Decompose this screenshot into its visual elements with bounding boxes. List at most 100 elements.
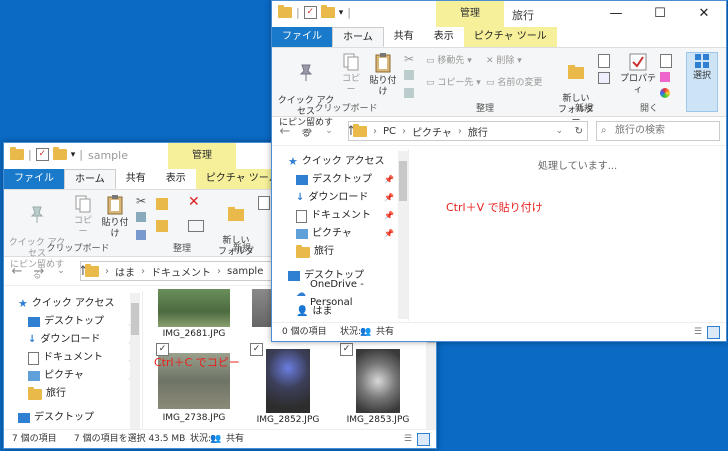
- desktop-icon: [296, 175, 308, 185]
- file-thumbnail[interactable]: ✓ IMG_2852.JPG: [250, 343, 326, 425]
- copy-icon: [75, 195, 91, 213]
- cut-icon[interactable]: ✂: [404, 52, 414, 66]
- tab-file[interactable]: ファイル: [272, 27, 332, 47]
- copy-path-icon[interactable]: [136, 212, 146, 222]
- edit-icon[interactable]: [660, 72, 670, 82]
- forward-icon[interactable]: →: [32, 264, 46, 279]
- tab-share[interactable]: 共有: [384, 27, 424, 47]
- nav-documents[interactable]: ドキュメント📌: [4, 349, 142, 367]
- easy-access-icon[interactable]: [598, 72, 610, 84]
- back-icon[interactable]: ←: [10, 264, 24, 279]
- breadcrumb-item[interactable]: ドキュメント: [151, 264, 211, 279]
- tab-file[interactable]: ファイル: [4, 169, 64, 189]
- nav-desktop[interactable]: デスクトップ📌: [4, 313, 142, 331]
- copy-to-button[interactable]: ▭ コピー先 ▾: [426, 78, 481, 89]
- details-view-icon[interactable]: ☰: [694, 323, 702, 341]
- desktop-icon: [18, 413, 30, 423]
- delete-button[interactable]: ✕ 削除 ▾: [486, 56, 522, 67]
- tab-view[interactable]: 表示: [156, 169, 196, 189]
- nav-downloads[interactable]: ↓ ダウンロード📌: [4, 331, 142, 349]
- history-icon[interactable]: [660, 88, 670, 98]
- close-button[interactable]: ✕: [682, 1, 726, 27]
- breadcrumb-item[interactable]: はま: [115, 264, 135, 279]
- paste-button[interactable]: 貼り付け: [366, 52, 400, 98]
- nav-quick-access[interactable]: ★ クイック アクセス: [4, 295, 142, 313]
- file-thumbnail[interactable]: ✓ IMG_2853.JPG: [340, 343, 416, 425]
- search-input[interactable]: ⌕ 旅行の検索: [596, 121, 720, 141]
- thumbnail-view-icon[interactable]: [417, 433, 430, 446]
- cut-icon[interactable]: ✂: [136, 194, 146, 208]
- nav-travel[interactable]: 旅行: [4, 385, 142, 403]
- copy-button[interactable]: コピー: [338, 52, 364, 96]
- delete-icon[interactable]: ✕: [188, 194, 200, 210]
- new-item-icon[interactable]: [598, 54, 610, 68]
- tab-share[interactable]: 共有: [116, 169, 156, 189]
- rename-button[interactable]: ▭ 名前の変更: [486, 78, 542, 89]
- clipboard-icon: [107, 195, 123, 215]
- breadcrumb-item[interactable]: ピクチャ: [412, 124, 452, 139]
- minimize-button[interactable]: —: [594, 1, 638, 27]
- nav-travel[interactable]: 旅行: [272, 243, 408, 261]
- breadcrumb-item[interactable]: PC: [383, 126, 396, 137]
- breadcrumb-item[interactable]: 旅行: [468, 124, 488, 139]
- details-view-icon[interactable]: ☰: [404, 430, 412, 448]
- customize-dropdown-icon[interactable]: ▾: [339, 8, 344, 18]
- annotation-copy: Ctrl＋C でコピー: [154, 356, 240, 369]
- nav-scrollbar[interactable]: [130, 293, 140, 429]
- move-to-icon[interactable]: [156, 198, 168, 210]
- nav-desktop[interactable]: デスクトップ📌: [272, 171, 408, 189]
- properties-button[interactable]: プロパティ: [618, 52, 658, 96]
- new-folder-icon[interactable]: [320, 5, 335, 18]
- document-icon: [296, 209, 307, 223]
- ribbon-home: クイック アクセス にピン留めする コピー 貼り付け ✂ クリップボード ▭ 移…: [272, 48, 726, 139]
- back-icon[interactable]: ←: [278, 124, 292, 139]
- new-folder-button[interactable]: 新しい フォルダー: [556, 52, 596, 127]
- nav-onedrive[interactable]: ☁ OneDrive - Personal: [272, 279, 408, 308]
- copy-path-icon[interactable]: [404, 70, 414, 80]
- nav-quick-access[interactable]: ★ クイック アクセス: [272, 153, 408, 171]
- paste-shortcut-icon[interactable]: [404, 88, 414, 98]
- nav-downloads[interactable]: ↓ ダウンロード📌: [272, 189, 408, 207]
- rename-icon[interactable]: [188, 220, 204, 232]
- nav-desktop-root[interactable]: デスクトップ: [4, 409, 142, 427]
- breadcrumb-item[interactable]: sample: [227, 266, 263, 277]
- nav-pictures[interactable]: ピクチャ📌: [272, 225, 408, 243]
- paste-button[interactable]: 貼り付け: [98, 194, 132, 240]
- copy-button[interactable]: コピー: [70, 194, 96, 238]
- tab-view[interactable]: 表示: [424, 27, 464, 47]
- copy-to-icon[interactable]: [156, 220, 168, 232]
- new-item-icon[interactable]: [258, 196, 270, 210]
- file-thumbnail[interactable]: IMG_2681.JPG: [156, 289, 232, 339]
- refresh-icon[interactable]: ↻: [575, 126, 583, 137]
- file-name: IMG_2853.JPG: [346, 415, 410, 425]
- properties-check-icon[interactable]: ✓: [35, 148, 49, 161]
- tab-home[interactable]: ホーム: [64, 169, 116, 189]
- folder-icon: [28, 386, 42, 400]
- properties-check-icon[interactable]: ✓: [303, 6, 317, 19]
- paste-shortcut-icon[interactable]: [136, 230, 146, 240]
- select-button[interactable]: 選択: [686, 52, 718, 112]
- photo-thumbnail: [266, 349, 310, 413]
- tab-home[interactable]: ホーム: [332, 27, 384, 47]
- scrollbar-thumb[interactable]: [399, 161, 407, 201]
- nav-user[interactable]: 👤 はま: [272, 303, 408, 321]
- nav-documents[interactable]: ドキュメント📌: [272, 207, 408, 225]
- open-icon[interactable]: [660, 54, 672, 68]
- tab-picture-tools[interactable]: ピクチャ ツール: [463, 27, 557, 47]
- move-to-button[interactable]: ▭ 移動先 ▾: [426, 56, 472, 67]
- recent-dropdown-icon[interactable]: ⌄: [54, 266, 68, 276]
- scrollbar-thumb[interactable]: [131, 303, 139, 335]
- nav-pictures[interactable]: ピクチャ📌: [4, 367, 142, 385]
- new-folder-icon[interactable]: [52, 147, 67, 160]
- address-bar[interactable]: › PC › ピクチャ › 旅行 ⌄ ↻: [348, 121, 588, 141]
- maximize-button[interactable]: ☐: [638, 1, 682, 27]
- customize-dropdown-icon[interactable]: ▾: [71, 150, 76, 160]
- recent-dropdown-icon[interactable]: ⌄: [322, 126, 336, 136]
- thumbnail-view-icon[interactable]: [707, 326, 720, 339]
- selection-checkbox-icon[interactable]: ✓: [250, 343, 263, 356]
- selection-checkbox-icon[interactable]: ✓: [340, 343, 353, 356]
- address-dropdown-icon[interactable]: ⌄: [555, 126, 563, 136]
- annotation-paste: Ctrl＋V で貼り付け: [446, 201, 543, 214]
- nav-scrollbar[interactable]: [398, 151, 408, 319]
- forward-icon[interactable]: →: [300, 124, 314, 139]
